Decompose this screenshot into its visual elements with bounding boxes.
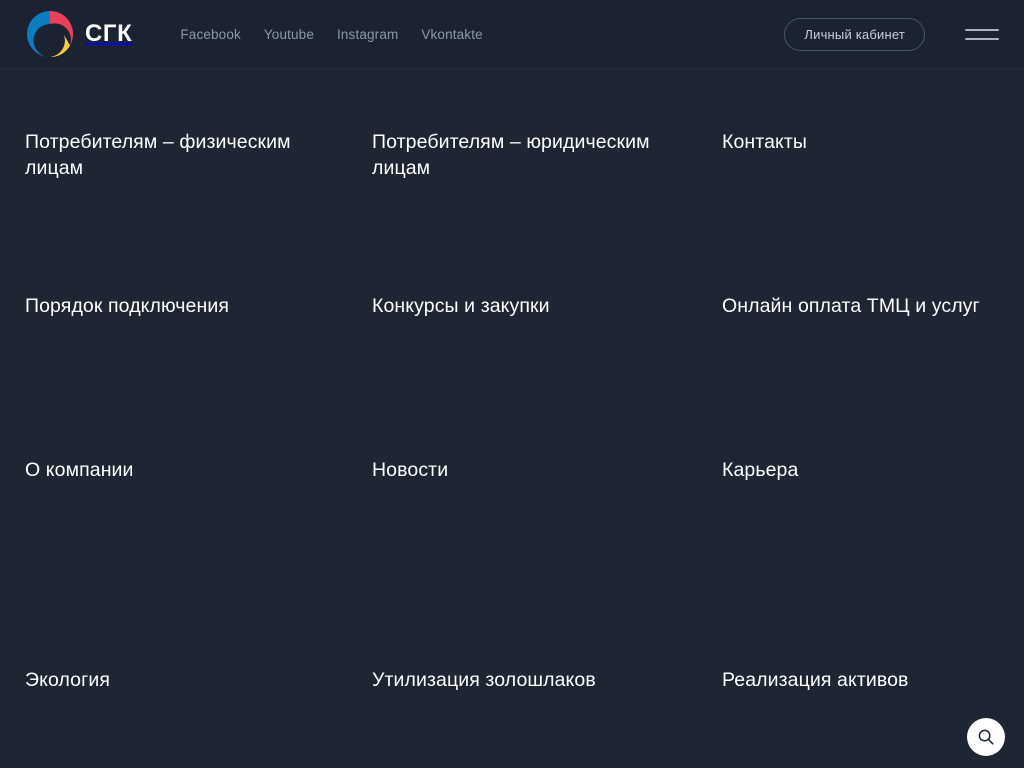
header-actions: Личный кабинет: [784, 17, 999, 51]
menu-item-news[interactable]: Новости: [372, 457, 448, 483]
social-link-vkontakte[interactable]: Vkontakte: [421, 27, 482, 42]
menu-cell: Потребителям – физическим лицам: [25, 129, 372, 293]
menu-cell: Порядок подключения: [25, 293, 372, 457]
search-button[interactable]: [967, 718, 1005, 756]
hamburger-bar-top: [965, 28, 999, 31]
menu-item-ash-slag-recycling[interactable]: Утилизация золошлаков: [372, 667, 596, 693]
menu-item-consumers-legal-entities[interactable]: Потребителям – юридическим лицам: [372, 129, 672, 181]
sgk-swirl-logo-icon: [25, 9, 75, 59]
menu-cell: Потребителям – юридическим лицам: [372, 129, 722, 293]
menu-cell: Онлайн оплата ТМЦ и услуг: [722, 293, 1024, 457]
menu-item-about-company[interactable]: О компании: [25, 457, 134, 483]
menu-item-tenders-and-procurement[interactable]: Конкурсы и закупки: [372, 293, 550, 319]
menu-cell: Новости: [372, 457, 722, 667]
menu-item-connection-procedure[interactable]: Порядок подключения: [25, 293, 229, 319]
menu-cell: Утилизация золошлаков: [372, 667, 722, 693]
brand-name: СГК: [85, 20, 133, 47]
main-menu-grid: Потребителям – физическим лицам Потребит…: [0, 69, 1024, 768]
hamburger-bar-bottom: [965, 37, 999, 40]
social-link-facebook[interactable]: Facebook: [180, 27, 241, 42]
menu-item-ecology[interactable]: Экология: [25, 667, 110, 693]
menu-cell: Карьера: [722, 457, 1024, 667]
account-button[interactable]: Личный кабинет: [784, 17, 925, 51]
menu-item-consumers-individuals[interactable]: Потребителям – физическим лицам: [25, 129, 325, 181]
social-link-instagram[interactable]: Instagram: [337, 27, 398, 42]
menu-item-career[interactable]: Карьера: [722, 457, 798, 483]
social-link-youtube[interactable]: Youtube: [264, 27, 314, 42]
social-links-nav: Facebook Youtube Instagram Vkontakte: [180, 27, 482, 42]
menu-cell: О компании: [25, 457, 372, 667]
menu-item-contacts[interactable]: Контакты: [722, 129, 807, 155]
menu-cell: Конкурсы и закупки: [372, 293, 722, 457]
brand-logo-link[interactable]: СГК: [25, 9, 132, 59]
menu-cell: Экология: [25, 667, 372, 693]
menu-cell: Реализация активов: [722, 667, 1024, 693]
menu-item-online-payment[interactable]: Онлайн оплата ТМЦ и услуг: [722, 293, 980, 319]
menu-item-asset-sales[interactable]: Реализация активов: [722, 667, 909, 693]
menu-cell: Контакты: [722, 129, 1024, 293]
hamburger-menu-icon[interactable]: [965, 23, 999, 45]
site-header: СГК Facebook Youtube Instagram Vkontakte…: [0, 0, 1024, 69]
search-icon: [977, 728, 995, 746]
